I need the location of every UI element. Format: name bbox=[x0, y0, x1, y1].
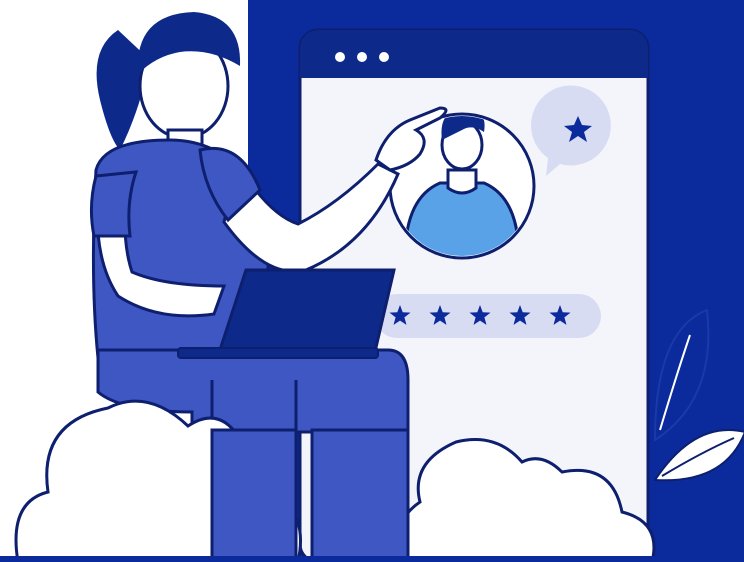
window-dot-icon bbox=[379, 52, 389, 62]
rating-bar bbox=[375, 294, 601, 338]
window-dot-icon bbox=[335, 52, 345, 62]
review-illustration bbox=[0, 0, 744, 562]
window-dot-icon bbox=[357, 52, 367, 62]
ground-line bbox=[0, 556, 744, 562]
